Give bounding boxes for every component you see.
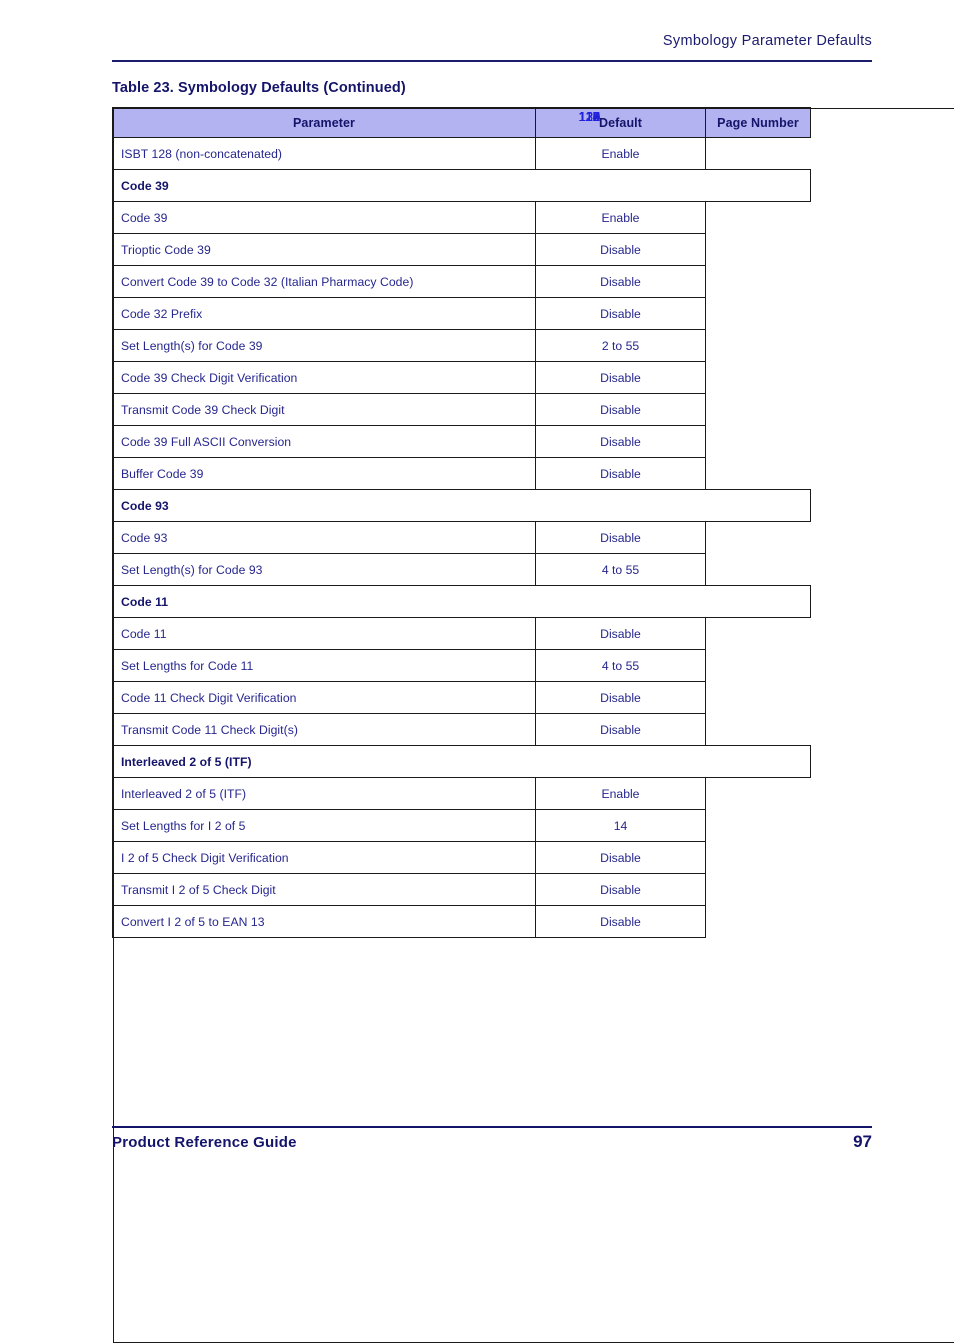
symbology-defaults-table: Parameter Default Page Number ISBT 128 (… [112, 107, 811, 938]
cell-page-number: 130 [113, 108, 954, 1343]
table-row: Convert I 2 of 5 to EAN 13Disable130 [113, 906, 811, 938]
page-number-link[interactable]: 130 [579, 109, 601, 124]
document-page: Symbology Parameter Defaults Table 23. S… [0, 0, 954, 1235]
footer-rule [112, 1126, 872, 1128]
running-header-text: Symbology Parameter Defaults [663, 33, 872, 49]
table-body: ISBT 128 (non-concatenated)Enable112Code… [113, 138, 811, 938]
running-header: Symbology Parameter Defaults [112, 32, 872, 50]
header-rule [112, 60, 872, 62]
footer-page-number: 97 [112, 1132, 872, 1152]
table-caption: Table 23. Symbology Defaults (Continued) [112, 80, 406, 96]
